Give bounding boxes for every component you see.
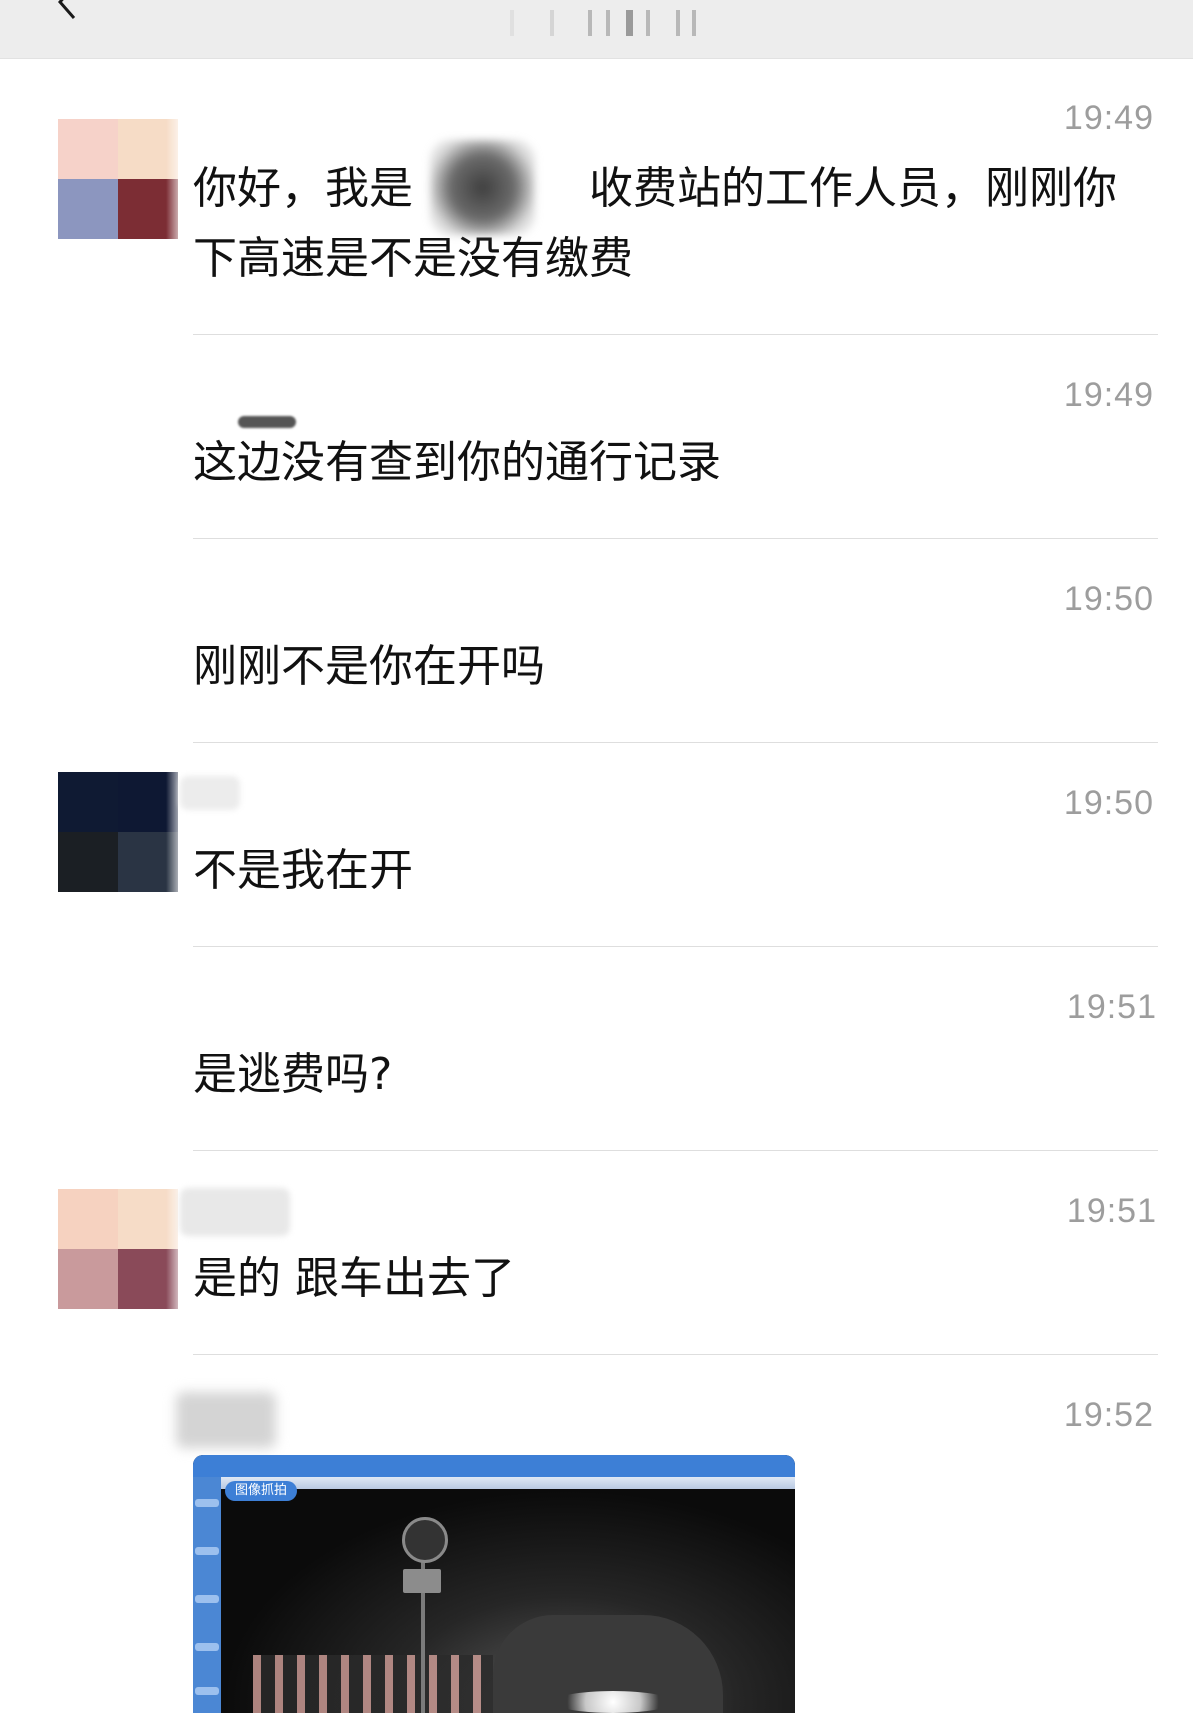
sender-name-redacted: [180, 1188, 290, 1236]
message-item[interactable]: 19:49 这边没有查到你的通行记录: [0, 372, 1193, 537]
headlight-glare: [553, 1691, 673, 1713]
chat-title-redacted: [480, 6, 720, 40]
sender-name-redacted: [176, 1392, 276, 1448]
message-time: 19:50: [1063, 580, 1154, 618]
divider: [193, 1150, 1158, 1151]
back-icon[interactable]: [44, 0, 84, 22]
message-text: 你好，我是 收费站的工作人员，刚刚你下高速是不是没有缴费: [193, 163, 1117, 284]
message-time: 19:52: [1063, 1396, 1154, 1434]
photo-attachment[interactable]: 图像抓拍: [193, 1455, 795, 1713]
message-item[interactable]: 19:52: [0, 1392, 1193, 1452]
message-text: 这边没有查到你的通行记录: [193, 437, 721, 488]
divider: [193, 334, 1158, 335]
message-text: 不是我在开: [193, 845, 413, 896]
message-item[interactable]: 19:50 不是我在开: [0, 772, 1193, 942]
divider: [193, 1354, 1158, 1355]
top-bar: [0, 0, 1193, 59]
photo-app-sidebar: [193, 1477, 221, 1713]
redaction-blur: [430, 140, 535, 235]
message-text: 是逃费吗?: [193, 1049, 393, 1100]
divider: [193, 946, 1158, 947]
message-time: 19:50: [1063, 784, 1154, 822]
sender-name-redacted: [238, 416, 296, 428]
message-time: 19:49: [1063, 376, 1154, 414]
divider: [193, 538, 1158, 539]
message-text: 是的 跟车出去了: [193, 1253, 515, 1304]
divider: [193, 742, 1158, 743]
capture-tag: 图像抓拍: [225, 1481, 298, 1501]
photo-app-header: [193, 1455, 795, 1477]
avatar[interactable]: [58, 1189, 186, 1309]
road-barrier: [253, 1655, 493, 1713]
avatar[interactable]: [58, 772, 186, 892]
message-time: 19:49: [1063, 99, 1154, 137]
message-text: 刚刚不是你在开吗: [193, 641, 545, 692]
message-time: 19:51: [1066, 1192, 1157, 1230]
message-item[interactable]: 19:49 你好，我是 收费站的工作人员，刚刚你下高速是不是没有缴费: [0, 95, 1193, 335]
message-time: 19:51: [1066, 988, 1157, 1026]
sender-name-redacted: [180, 776, 240, 810]
message-item[interactable]: 19:51 是的 跟车出去了: [0, 1188, 1193, 1353]
avatar[interactable]: [58, 119, 186, 239]
traffic-sign-icon: [402, 1517, 448, 1563]
traffic-sign-plate: [403, 1569, 441, 1593]
message-item[interactable]: 19:51 是逃费吗?: [0, 984, 1193, 1149]
message-item[interactable]: 19:50 刚刚不是你在开吗: [0, 576, 1193, 741]
